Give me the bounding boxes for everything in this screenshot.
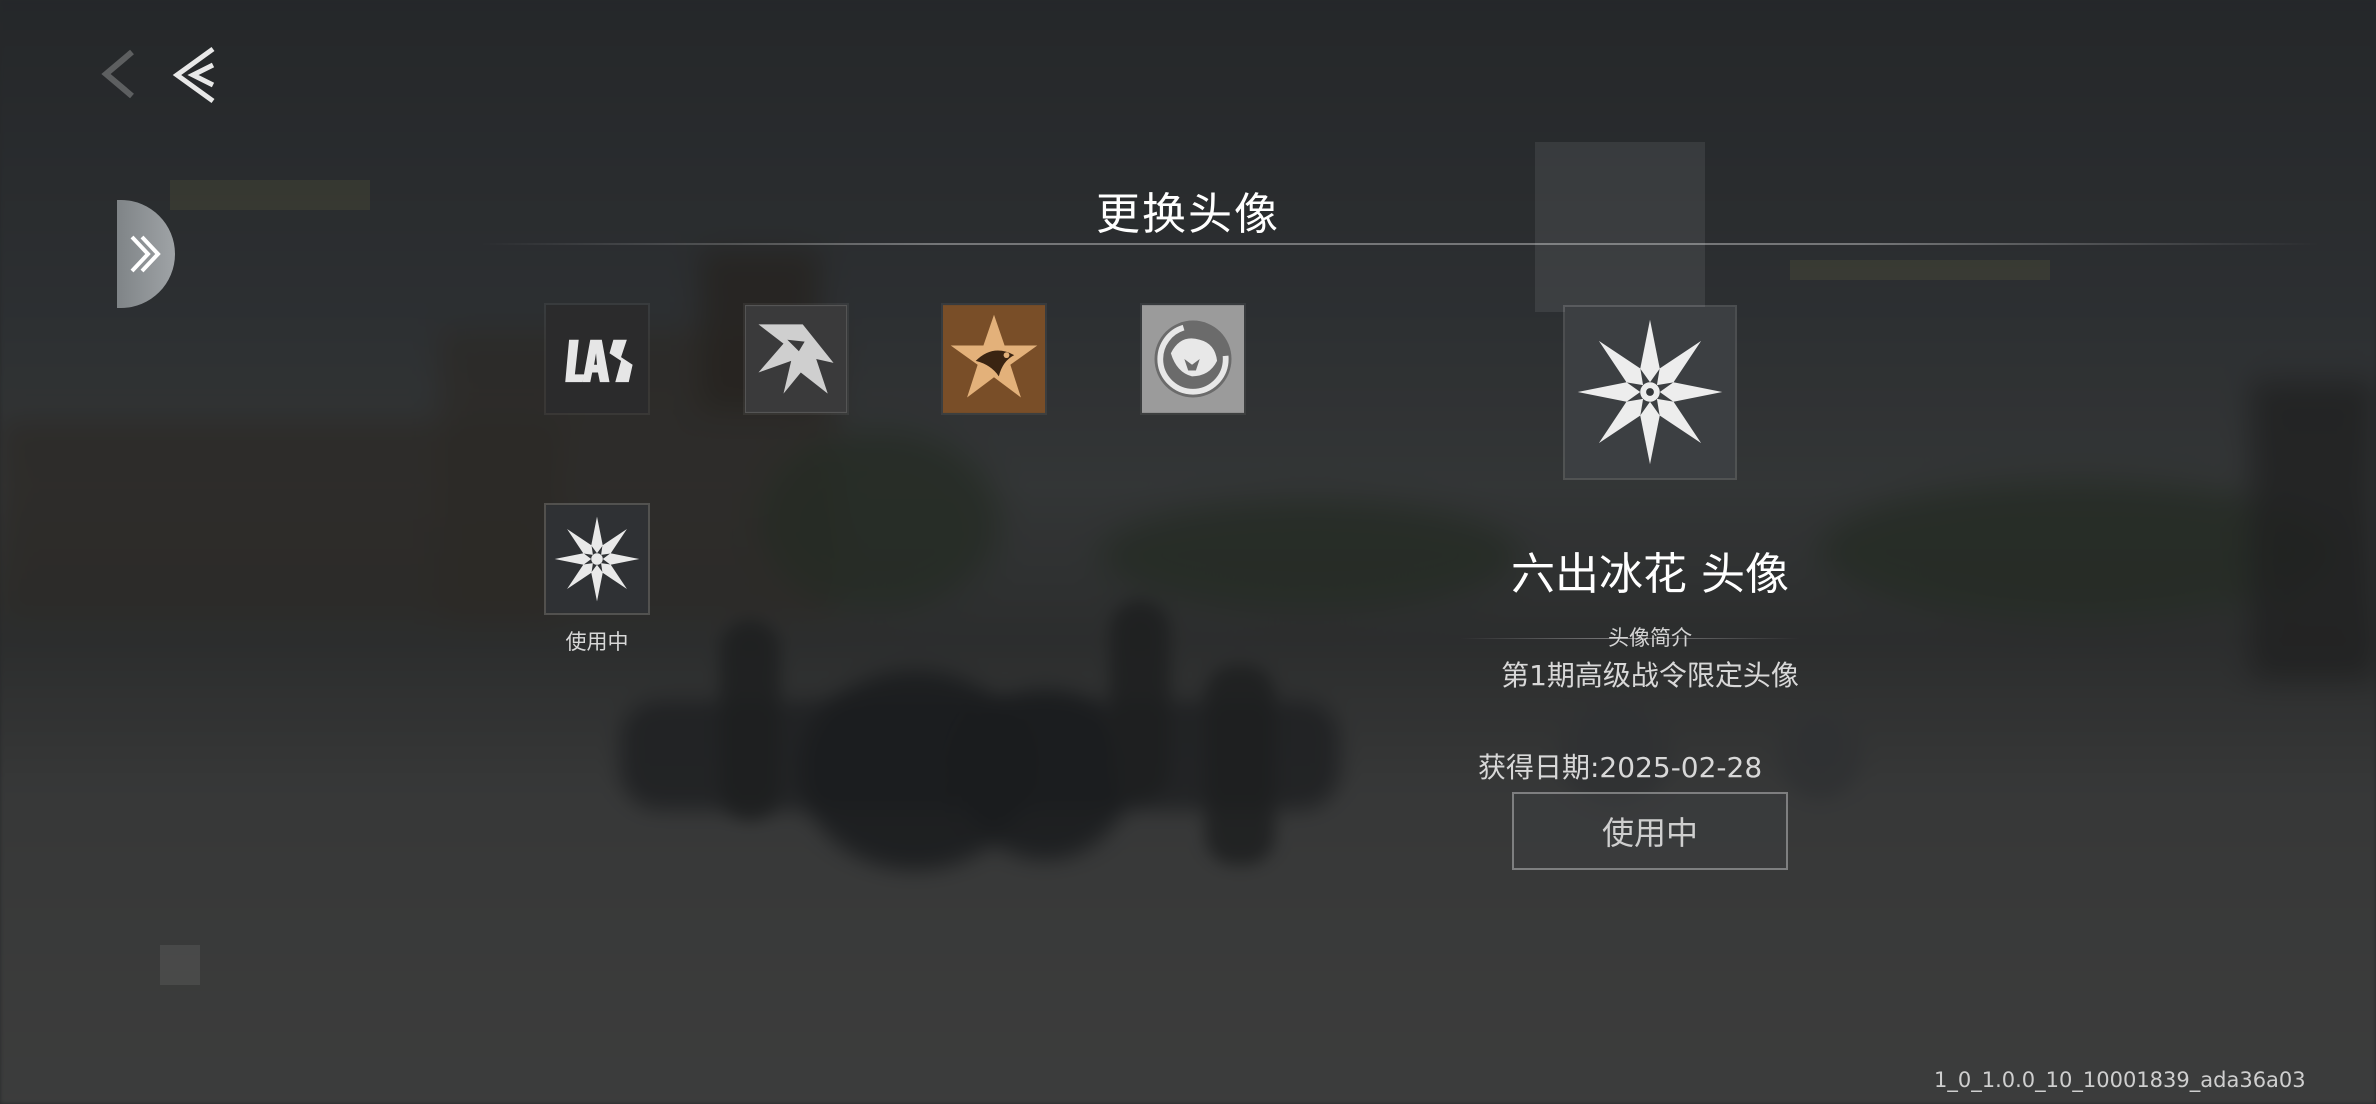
title-divider <box>480 243 2320 245</box>
in-use-button[interactable]: 使用中 <box>1512 792 1788 870</box>
back-button[interactable] <box>165 40 225 110</box>
avatar-option-bear[interactable] <box>1140 303 1246 415</box>
avatar-option-snowflake[interactable] <box>544 503 650 615</box>
intro-label: 头像简介 <box>1380 622 1920 652</box>
avatar-option-las[interactable] <box>544 303 650 415</box>
intro-label-text: 头像简介 <box>1608 626 1692 650</box>
obtain-date: 获得日期:2025-02-28 <box>1478 751 1763 784</box>
las-emblem-icon <box>546 305 648 413</box>
underlying-profile-tag <box>1790 260 2050 280</box>
eagle-star-icon <box>943 305 1045 413</box>
snowflake-icon <box>1565 307 1735 478</box>
avatar-option-eagle-star[interactable] <box>941 303 1047 415</box>
dialog-title: 更换头像 <box>1096 189 1280 240</box>
bear-emblem-icon <box>1142 305 1244 413</box>
avatar-option-wolf[interactable] <box>743 303 849 415</box>
intro-text: 第1期高级战令限定头像 <box>1501 659 1799 692</box>
avatar-name: 六出冰花 头像 <box>1511 549 1789 600</box>
avatar-in-use-label: 使用中 <box>565 630 629 654</box>
modal-dim-overlay <box>0 0 2376 1104</box>
underlying-bottom-icon <box>160 945 200 985</box>
detail-avatar-preview <box>1563 305 1737 480</box>
snowflake-icon <box>546 505 648 613</box>
back-ghost-icon <box>92 44 152 108</box>
version-string: 1_0_1.0.0_10_10001839_ada36a03 <box>1934 1068 2306 1092</box>
wolf-emblem-icon <box>745 305 847 413</box>
back-arrow-icon <box>172 46 215 104</box>
